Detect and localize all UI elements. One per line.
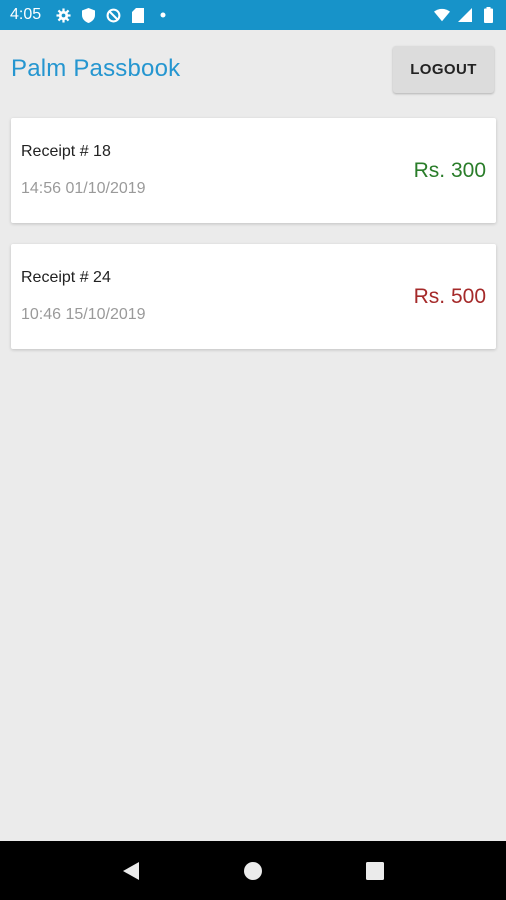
receipt-amount: Rs. 300 — [413, 159, 486, 182]
wifi-icon — [434, 7, 450, 23]
app-title: Palm Passbook — [11, 55, 181, 82]
gear-icon — [55, 7, 71, 23]
status-icons-right — [434, 7, 496, 23]
status-bar: 4:05 — [0, 0, 506, 30]
receipt-card[interactable]: Receipt # 18 14:56 01/10/2019 Rs. 300 — [11, 118, 496, 223]
status-icons-left — [55, 7, 171, 23]
back-icon[interactable] — [111, 851, 151, 891]
receipt-datetime: 10:46 15/10/2019 — [21, 306, 146, 323]
app-screen: 4:05 Palm Passbook LOGOUT Receipt # 18 1… — [0, 0, 506, 900]
receipt-card[interactable]: Receipt # 24 10:46 15/10/2019 Rs. 500 — [11, 244, 496, 349]
signal-icon — [457, 7, 473, 23]
recents-icon[interactable] — [355, 851, 395, 891]
app-header: Palm Passbook LOGOUT — [0, 30, 506, 108]
receipt-title: Receipt # 18 — [21, 143, 111, 160]
sd-card-icon — [130, 7, 146, 23]
data-saver-icon — [105, 7, 121, 23]
home-icon[interactable] — [233, 851, 273, 891]
dot-icon — [155, 7, 171, 23]
logout-button[interactable]: LOGOUT — [393, 46, 494, 93]
receipt-title: Receipt # 24 — [21, 269, 111, 286]
receipt-amount: Rs. 500 — [413, 285, 486, 308]
shield-icon — [80, 7, 96, 23]
receipt-datetime: 14:56 01/10/2019 — [21, 180, 146, 197]
navigation-bar — [0, 841, 506, 900]
battery-icon — [480, 7, 496, 23]
status-time: 4:05 — [10, 6, 42, 23]
